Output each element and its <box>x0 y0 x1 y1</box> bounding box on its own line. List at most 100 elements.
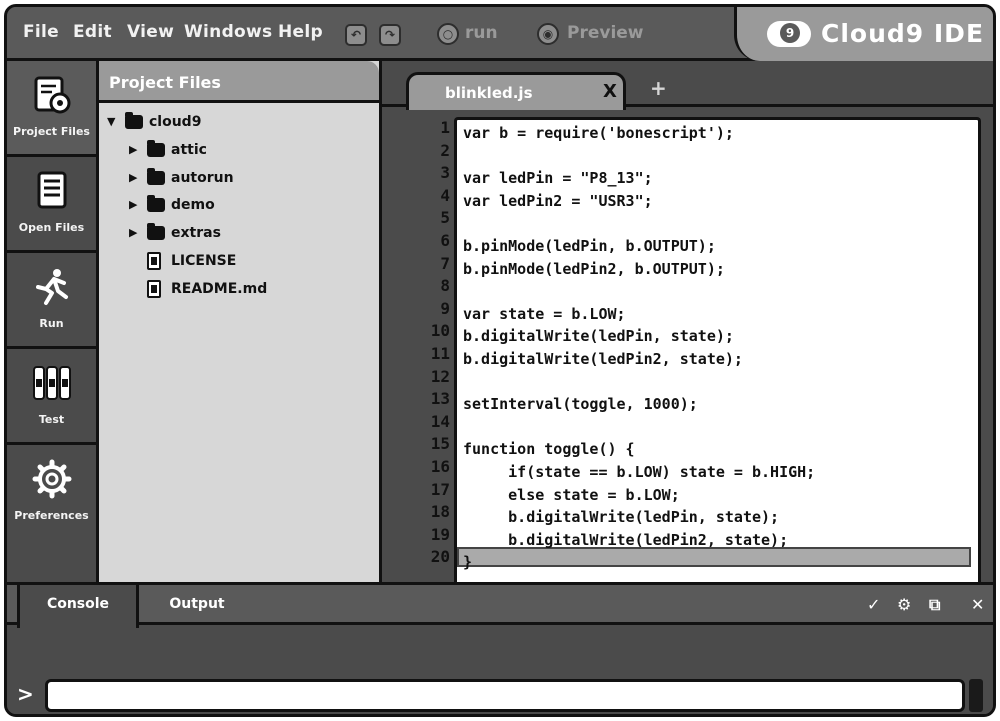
tab-output[interactable]: Output <box>142 585 252 625</box>
line-number: 9 <box>440 298 450 318</box>
collapsed-arrow-icon[interactable]: ▶ <box>129 226 137 239</box>
popout-icon[interactable]: ⧉ <box>929 595 940 615</box>
line-number: 13 <box>430 389 450 409</box>
panel-title: Project Files <box>109 73 221 92</box>
code-line[interactable] <box>463 371 978 394</box>
line-number-gutter: 1 2 3 4 5 6 7 8 9 10 11 12 13 14 15 16 17 18 19 20 <box>420 117 454 572</box>
line-number: 3 <box>440 163 450 183</box>
tree-folder[interactable]: ▶ demo <box>129 195 359 217</box>
code-line[interactable]: } <box>463 551 978 574</box>
prompt-icon: > <box>17 682 34 706</box>
sidebar-item-preferences[interactable]: Preferences <box>7 445 96 541</box>
code-line[interactable]: b.pinMode(ledPin, b.OUTPUT); <box>463 235 978 258</box>
settings-icon[interactable]: ⚙ <box>897 595 911 614</box>
code-line[interactable] <box>463 280 978 303</box>
editor-tab-blinkled[interactable]: blinkled.js X <box>406 72 626 110</box>
tab-console[interactable]: Console <box>17 585 139 628</box>
sidebar: Project Files Open Files Run Test Prefer… <box>7 61 99 582</box>
code-line[interactable]: else state = b.LOW; <box>463 484 978 507</box>
add-tab-button[interactable]: + <box>650 76 667 100</box>
menu-help[interactable]: Help <box>278 22 323 42</box>
brand-name: Cloud9 IDE <box>821 19 985 48</box>
code-line[interactable]: function toggle() { <box>463 438 978 461</box>
sidebar-item-project-files[interactable]: Project Files <box>7 61 96 157</box>
code-line[interactable]: b.digitalWrite(ledPin, state); <box>463 506 978 529</box>
code-content[interactable]: var b = require('bonescript'); var ledPin… <box>463 122 978 574</box>
menu-file[interactable]: File <box>23 22 59 42</box>
line-number: 5 <box>440 208 450 228</box>
menu-windows[interactable]: Windows <box>184 22 272 42</box>
folder-icon <box>147 140 165 157</box>
brand-logo: 9 Cloud9 IDE <box>734 7 993 61</box>
run-icon[interactable]: ○ <box>437 23 459 45</box>
tree-folder[interactable]: ▶ attic <box>129 140 359 162</box>
expanded-arrow-icon[interactable]: ▼ <box>107 115 115 128</box>
undo-icon[interactable]: ↶ <box>345 24 367 46</box>
folder-icon <box>147 168 165 185</box>
code-line[interactable]: var b = require('bonescript'); <box>463 122 978 145</box>
line-number: 18 <box>430 502 450 522</box>
console-scrollbar[interactable] <box>969 679 983 712</box>
code-line[interactable]: b.pinMode(ledPin2, b.OUTPUT); <box>463 258 978 281</box>
eye-icon[interactable]: ◉ <box>537 23 559 45</box>
tab-label: blinkled.js <box>445 84 533 102</box>
collapsed-arrow-icon[interactable]: ▶ <box>129 143 137 156</box>
line-number: 17 <box>430 479 450 499</box>
code-line[interactable]: b.digitalWrite(ledPin, state); <box>463 325 978 348</box>
tree-folder[interactable]: ▶ autorun <box>129 168 359 190</box>
close-icon[interactable]: X <box>603 81 617 102</box>
code-line[interactable]: b.digitalWrite(ledPin2, state); <box>463 529 978 552</box>
console-input[interactable] <box>45 679 965 712</box>
code-line[interactable]: b.digitalWrite(ledPin2, state); <box>463 348 978 371</box>
sidebar-item-label: Project Files <box>13 125 90 138</box>
code-line[interactable] <box>463 212 978 235</box>
redo-icon[interactable]: ↷ <box>379 24 401 46</box>
sidebar-item-open-files[interactable]: Open Files <box>7 157 96 253</box>
preview-button[interactable]: Preview <box>567 23 644 43</box>
collapsed-arrow-icon[interactable]: ▶ <box>129 198 137 211</box>
sidebar-item-label: Test <box>38 413 65 426</box>
tree-item-label: extras <box>171 225 221 241</box>
line-number: 20 <box>430 547 450 567</box>
open-files-icon <box>37 171 67 209</box>
collapsed-arrow-icon[interactable]: ▶ <box>129 171 137 184</box>
cloud-icon: 9 <box>767 21 811 47</box>
code-line[interactable]: setInterval(toggle, 1000); <box>463 393 978 416</box>
code-line[interactable] <box>463 145 978 168</box>
close-icon[interactable]: ✕ <box>971 595 984 614</box>
sidebar-item-label: Preferences <box>14 509 89 522</box>
project-files-panel: Project Files ▼ cloud9 ▶ attic ▶ autorun… <box>99 61 382 582</box>
editor-tab-bar: blinkled.js X + <box>382 61 993 110</box>
menu-edit[interactable]: Edit <box>73 22 112 42</box>
menu-view[interactable]: View <box>127 22 174 42</box>
code-line[interactable]: if(state == b.LOW) state = b.HIGH; <box>463 461 978 484</box>
code-line[interactable]: var ledPin = "P8_13"; <box>463 167 978 190</box>
project-files-icon <box>34 76 71 114</box>
sidebar-item-test[interactable]: Test <box>7 349 96 445</box>
tree-folder-root[interactable]: ▼ cloud9 <box>107 112 367 134</box>
project-files-header: Project Files <box>99 61 379 103</box>
code-line[interactable] <box>463 416 978 439</box>
line-number: 6 <box>440 230 450 250</box>
sidebar-item-run[interactable]: Run <box>7 253 96 349</box>
tree-folder[interactable]: ▶ extras <box>129 223 359 245</box>
brand-badge: 9 <box>780 23 800 43</box>
test-icon <box>33 366 71 400</box>
console-panel: Console Output ✓ ⚙ ⧉ ✕ > <box>7 582 993 714</box>
tree-file[interactable]: LICENSE <box>129 251 359 273</box>
tree-item-label: demo <box>171 197 215 213</box>
editor-area: blinkled.js X + 1 2 3 4 5 6 7 8 9 10 11 12 13 14 15 16 1… <box>382 61 993 582</box>
ide-window: File Edit View Windows Help ↶ ↷ ○ run ◉ … <box>4 4 996 717</box>
code-line[interactable]: var state = b.LOW; <box>463 303 978 326</box>
sidebar-item-label: Run <box>39 317 64 330</box>
sidebar-item-label: Open Files <box>18 221 85 234</box>
line-number: 12 <box>430 366 450 386</box>
code-line[interactable]: var ledPin2 = "USR3"; <box>463 190 978 213</box>
tree-item-label: cloud9 <box>149 114 202 130</box>
tree-file[interactable]: README.md <box>129 279 359 301</box>
run-button[interactable]: run <box>465 23 498 43</box>
code-editor[interactable]: var b = require('bonescript'); var ledPin… <box>454 117 981 582</box>
line-number: 15 <box>430 434 450 454</box>
tree-item-label: README.md <box>171 281 268 297</box>
check-icon[interactable]: ✓ <box>867 595 880 614</box>
